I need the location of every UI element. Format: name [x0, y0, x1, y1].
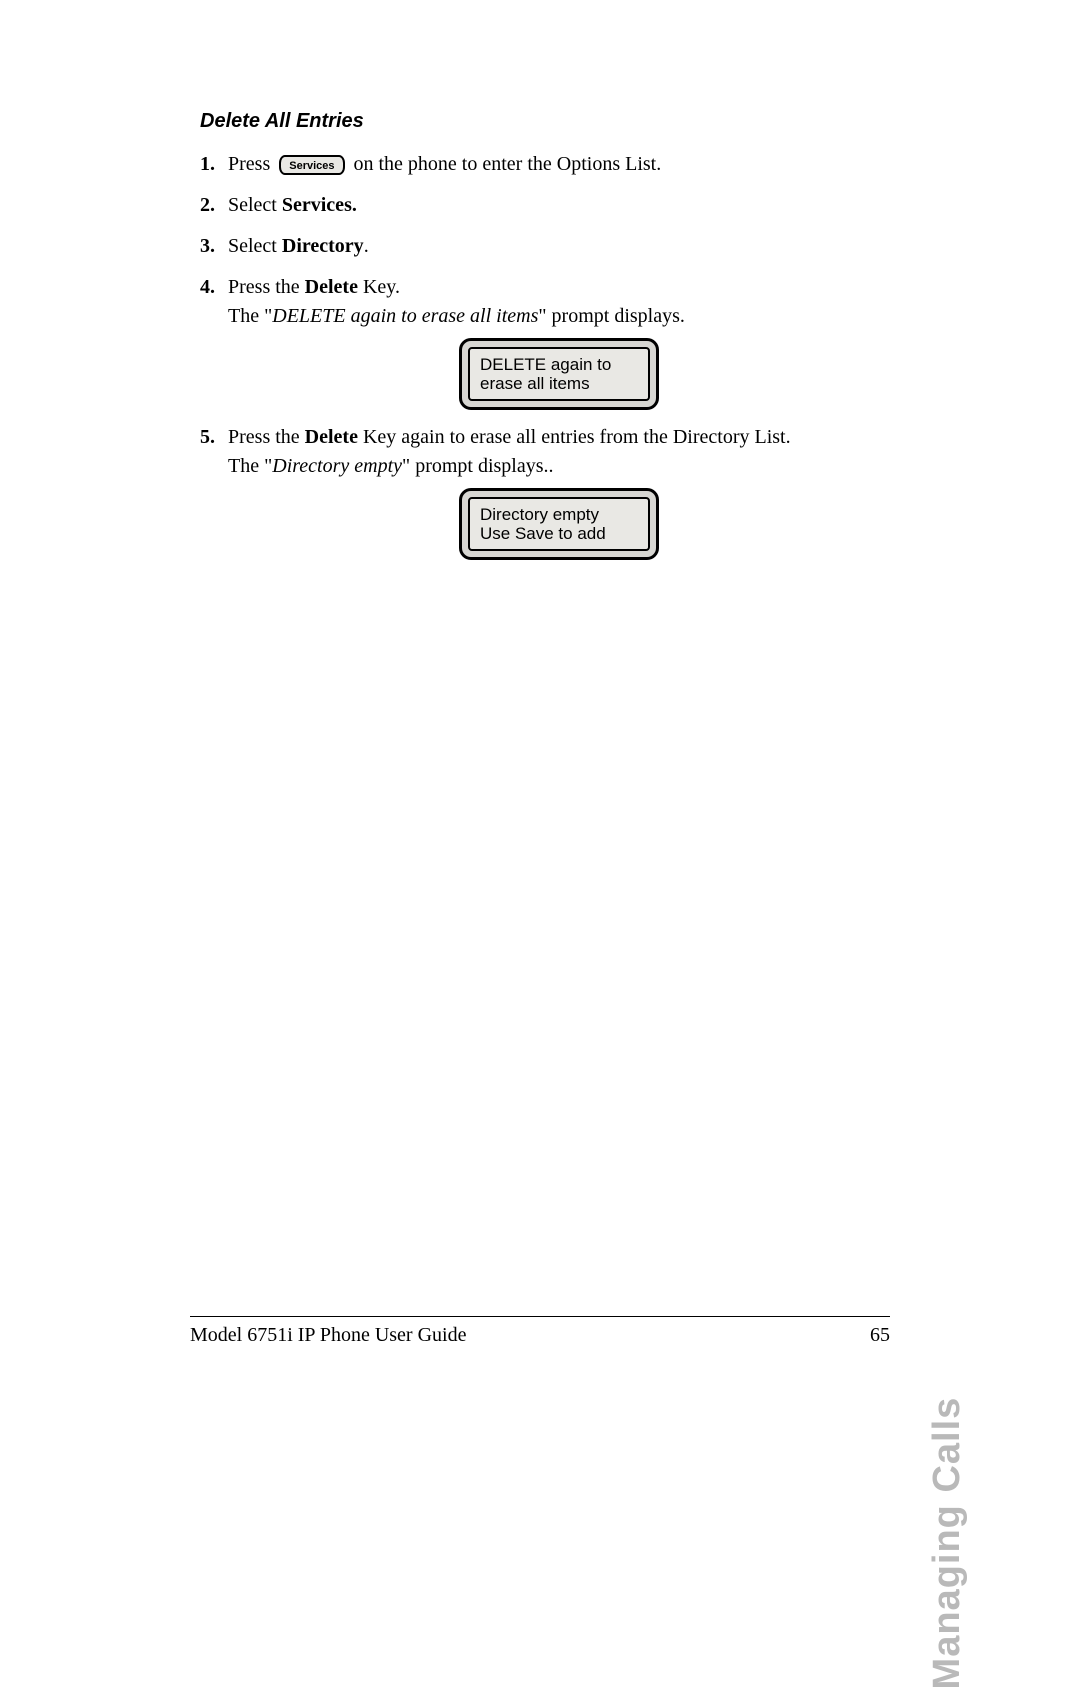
- step-4: Press the Delete Key. The "DELETE again …: [200, 274, 890, 410]
- phone-display-2-line1: Directory empty: [480, 505, 638, 524]
- step-5-text-pre: Press the: [228, 426, 305, 448]
- footer-title: Model 6751i IP Phone User Guide: [190, 1324, 466, 1347]
- step-2-bold: Services.: [282, 194, 357, 216]
- step-3-text-pre: Select: [228, 235, 282, 257]
- step-5-text-post: Key again to erase all entries from the …: [358, 426, 791, 448]
- services-key-icon: Services: [279, 155, 344, 175]
- phone-display-2-line2: Use Save to add: [480, 524, 638, 543]
- step-4-sub-pre: The ": [228, 305, 272, 327]
- phone-display-1-line2: erase all items: [480, 374, 638, 393]
- step-5-bold: Delete: [305, 426, 358, 448]
- phone-display-2: Directory empty Use Save to add: [459, 488, 659, 560]
- step-5: Press the Delete Key again to erase all …: [200, 424, 890, 560]
- step-1-text-pre: Press: [228, 153, 275, 175]
- phone-display-1-line1: DELETE again to: [480, 355, 638, 374]
- phone-display-2-screen: Directory empty Use Save to add: [468, 497, 650, 551]
- step-5-sub-italic: Directory empty: [272, 455, 402, 477]
- step-3-bold: Directory: [282, 235, 364, 257]
- step-1-text-post: on the phone to enter the Options List.: [354, 153, 662, 175]
- page-footer: Model 6751i IP Phone User Guide 65: [190, 1324, 890, 1347]
- step-4-bold: Delete: [305, 276, 358, 298]
- step-3-text-post: .: [364, 235, 369, 257]
- step-1: Press Services on the phone to enter the…: [200, 151, 890, 178]
- step-2-text-pre: Select: [228, 194, 282, 216]
- procedure-list: Press Services on the phone to enter the…: [200, 151, 890, 560]
- step-5-sub-pre: The ": [228, 455, 272, 477]
- phone-display-1: DELETE again to erase all items: [459, 338, 659, 410]
- section-heading: Delete All Entries: [200, 110, 890, 133]
- step-5-sub-post: " prompt displays..: [402, 455, 554, 477]
- footer-page-number: 65: [870, 1324, 890, 1347]
- document-page: Delete All Entries Press Services on the…: [0, 0, 1080, 1397]
- step-4-sub-italic: DELETE again to erase all items: [272, 305, 538, 327]
- phone-display-1-screen: DELETE again to erase all items: [468, 347, 650, 401]
- step-4-text-pre: Press the: [228, 276, 305, 298]
- footer-rule: [190, 1316, 890, 1317]
- step-3: Select Directory.: [200, 233, 890, 260]
- side-tab-label: Managing Calls: [926, 1397, 969, 1690]
- step-2: Select Services.: [200, 192, 890, 219]
- step-4-text-post: Key.: [358, 276, 400, 298]
- step-4-sub-post: " prompt displays.: [538, 305, 685, 327]
